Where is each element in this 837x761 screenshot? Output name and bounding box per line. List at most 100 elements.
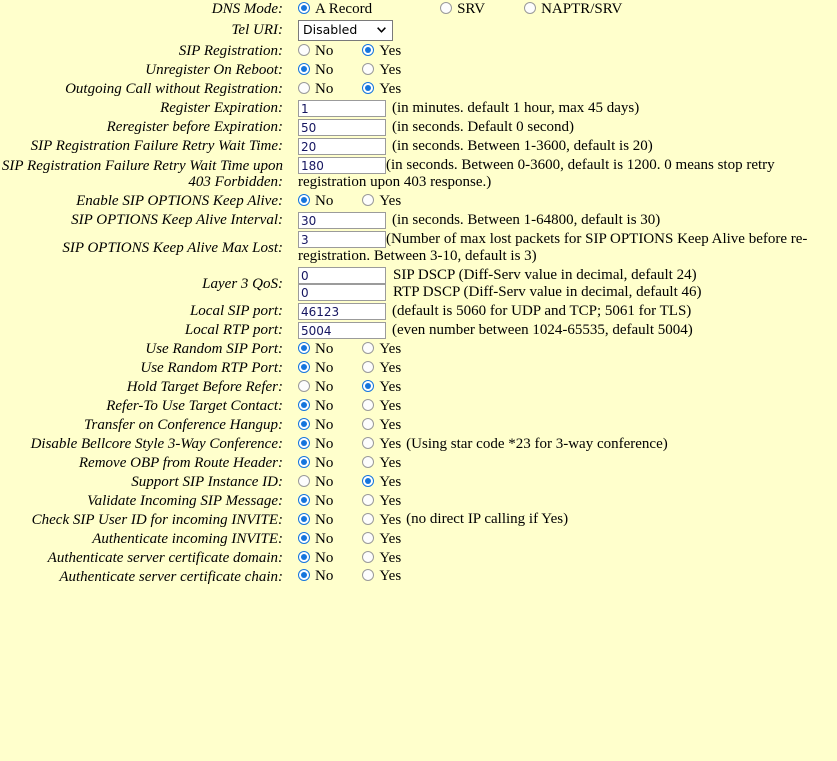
- radio-label: Yes: [379, 81, 402, 98]
- control-register-expiration: 1 (in minutes. default 1 hour, max 45 day…: [289, 99, 837, 118]
- radio-unselected-icon[interactable]: [362, 493, 375, 506]
- radio-selected-icon[interactable]: [298, 531, 310, 544]
- radio-option-use-random-sip-port-no[interactable]: No: [298, 341, 333, 358]
- radio-selected-icon[interactable]: [298, 360, 310, 373]
- radio-option-check-sip-user-id-for-incoming-invite-yes[interactable]: Yes: [362, 512, 401, 529]
- radio-group-authenticate-server-certificate-chain: No Yes: [298, 568, 837, 585]
- radio-selected-icon[interactable]: [362, 474, 375, 487]
- radio-unselected-icon[interactable]: [362, 360, 375, 373]
- radio-option-transfer-on-conference-hangup-yes[interactable]: Yes: [362, 417, 401, 434]
- radio-option-authenticate-incoming-invite-yes[interactable]: Yes: [362, 531, 401, 548]
- radio-option-unregister-on-reboot-yes[interactable]: Yes: [362, 62, 401, 79]
- radio-option-dns-mode-a-record[interactable]: A Record: [298, 1, 372, 18]
- input-local-rtp-port[interactable]: 5004: [298, 321, 386, 339]
- control-outgoing-call-without-registration: No Yes: [289, 80, 837, 99]
- radio-label: Yes: [379, 511, 402, 528]
- radio-option-authenticate-server-certificate-chain-no[interactable]: No: [298, 568, 333, 585]
- radio-option-support-sip-instance-id-no[interactable]: No: [298, 474, 333, 491]
- radio-unselected-icon[interactable]: [298, 82, 310, 95]
- radio-option-validate-incoming-sip-message-yes[interactable]: Yes: [362, 493, 401, 510]
- radio-unselected-icon[interactable]: [362, 63, 375, 76]
- input-layer-3-qos-1[interactable]: 0: [298, 283, 386, 301]
- radio-option-use-random-sip-port-yes[interactable]: Yes: [362, 341, 401, 358]
- radio-option-remove-obp-from-route-header-no[interactable]: No: [298, 455, 333, 472]
- radio-selected-icon[interactable]: [298, 550, 310, 563]
- input-sip-registration-failure-retry-wait-time[interactable]: 20: [298, 138, 386, 155]
- radio-unselected-icon[interactable]: [362, 342, 375, 355]
- radio-option-refer-to-use-target-contact-no[interactable]: No: [298, 398, 333, 415]
- input-sip-registration-failure-retry-wait-time-403[interactable]: 180: [298, 157, 386, 175]
- radio-unselected-icon[interactable]: [362, 455, 375, 468]
- radio-option-refer-to-use-target-contact-yes[interactable]: Yes: [362, 398, 401, 415]
- radio-unselected-icon[interactable]: [298, 44, 310, 57]
- radio-selected-icon[interactable]: [362, 379, 375, 392]
- radio-option-outgoing-call-without-registration-yes[interactable]: Yes: [362, 81, 401, 98]
- radio-option-validate-incoming-sip-message-no[interactable]: No: [298, 493, 333, 510]
- radio-option-disable-bellcore-style-3-way-conference-yes[interactable]: Yes: [362, 436, 401, 453]
- radio-selected-icon[interactable]: [362, 44, 375, 57]
- radio-selected-icon[interactable]: [298, 436, 310, 449]
- control-reregister-before-expiration: 50 (in seconds. Default 0 second): [289, 118, 837, 137]
- radio-option-authenticate-server-certificate-chain-yes[interactable]: Yes: [362, 568, 401, 585]
- radio-unselected-icon[interactable]: [362, 569, 375, 582]
- radio-label: No: [315, 359, 334, 376]
- radio-selected-icon[interactable]: [298, 342, 310, 355]
- hint-local-rtp-port: (even number between 1024-65535, default…: [392, 321, 693, 338]
- radio-option-sip-registration-no[interactable]: No: [298, 43, 333, 60]
- radio-selected-icon[interactable]: [298, 569, 310, 582]
- input-sip-options-keep-alive-interval[interactable]: 30: [298, 211, 386, 229]
- input-register-expiration[interactable]: 1: [298, 99, 386, 117]
- radio-option-disable-bellcore-style-3-way-conference-no[interactable]: No: [298, 436, 333, 453]
- radio-label: Yes: [379, 62, 402, 79]
- radio-unselected-icon[interactable]: [362, 417, 375, 430]
- control-sip-registration: No Yes: [289, 42, 837, 61]
- radio-unselected-icon[interactable]: [362, 398, 375, 411]
- radio-selected-icon[interactable]: [298, 398, 310, 411]
- form-row-outgoing-call-without-registration: Outgoing Call without Registration: No Yes: [0, 80, 837, 99]
- radio-unselected-icon[interactable]: [362, 436, 375, 449]
- radio-unselected-icon[interactable]: [362, 194, 375, 207]
- radio-option-outgoing-call-without-registration-no[interactable]: No: [298, 81, 333, 98]
- radio-option-authenticate-incoming-invite-no[interactable]: No: [298, 531, 333, 548]
- hint-local-sip-port: (default is 5060 for UDP and TCP; 5061 f…: [392, 302, 692, 319]
- radio-selected-icon[interactable]: [298, 194, 310, 207]
- radio-option-use-random-rtp-port-yes[interactable]: Yes: [362, 360, 401, 377]
- select-tel-uri[interactable]: Disabled: [298, 19, 393, 41]
- label-enable-sip-options-keep-alive: Enable SIP OPTIONS Keep Alive:: [76, 193, 283, 210]
- radio-option-hold-target-before-refer-yes[interactable]: Yes: [362, 379, 401, 396]
- radio-option-check-sip-user-id-for-incoming-invite-no[interactable]: No: [298, 512, 333, 529]
- radio-selected-icon[interactable]: [298, 417, 310, 430]
- radio-option-dns-mode-naptr-srv[interactable]: NAPTR/SRV: [524, 1, 622, 18]
- radio-option-unregister-on-reboot-no[interactable]: No: [298, 62, 333, 79]
- radio-selected-icon[interactable]: [298, 455, 310, 468]
- radio-selected-icon[interactable]: [298, 512, 310, 525]
- radio-unselected-icon[interactable]: [362, 550, 375, 563]
- radio-selected-icon[interactable]: [298, 63, 310, 76]
- radio-unselected-icon[interactable]: [298, 379, 310, 392]
- radio-unselected-icon[interactable]: [362, 512, 375, 525]
- radio-option-dns-mode-srv[interactable]: SRV: [440, 1, 485, 18]
- radio-selected-icon[interactable]: [298, 2, 310, 15]
- input-layer-3-qos-0[interactable]: 0: [298, 266, 386, 284]
- radio-selected-icon[interactable]: [362, 82, 375, 95]
- input-sip-options-keep-alive-max-lost[interactable]: 3: [298, 230, 386, 248]
- radio-option-hold-target-before-refer-no[interactable]: No: [298, 379, 333, 396]
- radio-unselected-icon[interactable]: [298, 474, 310, 487]
- radio-unselected-icon[interactable]: [524, 2, 537, 15]
- input-reregister-before-expiration[interactable]: 50: [298, 118, 386, 136]
- radio-selected-icon[interactable]: [298, 493, 310, 506]
- label-sip-registration-failure-retry-wait-time: SIP Registration Failure Retry Wait Time…: [30, 138, 283, 155]
- input-local-sip-port[interactable]: 46123: [298, 302, 386, 320]
- radio-option-authenticate-server-certificate-domain-yes[interactable]: Yes: [362, 550, 401, 567]
- radio-option-remove-obp-from-route-header-yes[interactable]: Yes: [362, 455, 401, 472]
- radio-option-enable-sip-options-keep-alive-no[interactable]: No: [298, 193, 333, 210]
- radio-option-transfer-on-conference-hangup-no[interactable]: No: [298, 417, 333, 434]
- radio-option-support-sip-instance-id-yes[interactable]: Yes: [362, 474, 401, 491]
- label-register-expiration: Register Expiration:: [160, 100, 283, 117]
- radio-option-use-random-rtp-port-no[interactable]: No: [298, 360, 333, 377]
- radio-unselected-icon[interactable]: [362, 531, 375, 544]
- radio-option-authenticate-server-certificate-domain-no[interactable]: No: [298, 550, 333, 567]
- radio-option-enable-sip-options-keep-alive-yes[interactable]: Yes: [362, 193, 401, 210]
- radio-option-sip-registration-yes[interactable]: Yes: [362, 43, 401, 60]
- radio-unselected-icon[interactable]: [440, 2, 453, 15]
